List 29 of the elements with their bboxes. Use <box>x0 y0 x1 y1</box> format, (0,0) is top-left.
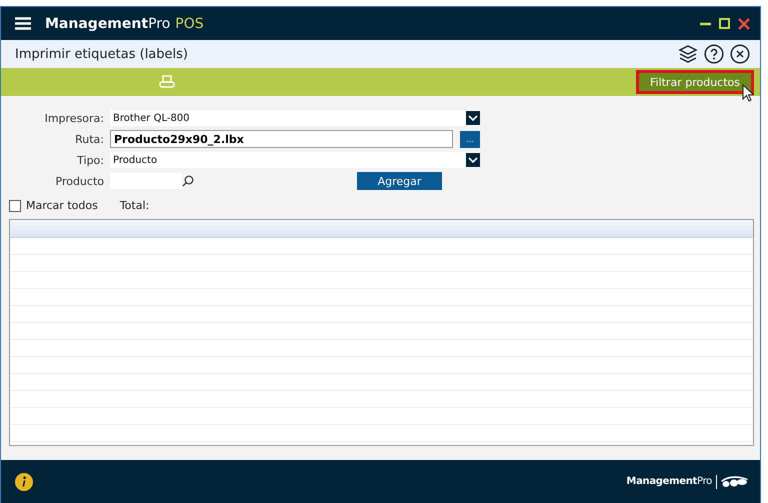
printer-dropdown[interactable]: Brother QL-800 <box>110 110 480 126</box>
select-all-checkbox[interactable] <box>9 200 21 212</box>
cursor-icon <box>742 84 754 102</box>
layers-icon[interactable] <box>678 44 698 64</box>
filter-products-button[interactable]: Filtrar productos <box>636 70 754 94</box>
info-icon[interactable] <box>15 472 33 490</box>
product-field[interactable] <box>110 173 182 189</box>
app-name: ManagementPro <box>45 16 170 32</box>
path-label: Ruta: <box>74 132 105 146</box>
path-field[interactable]: Producto29x90_2.lbx <box>110 130 454 148</box>
logo-icon <box>716 474 750 488</box>
help-icon[interactable] <box>704 44 724 64</box>
chevron-down-icon[interactable] <box>466 111 480 125</box>
search-icon[interactable] <box>182 175 194 187</box>
type-dropdown[interactable]: Producto <box>110 152 480 168</box>
menu-icon[interactable] <box>15 17 31 30</box>
maximize-icon[interactable] <box>719 18 730 29</box>
add-button[interactable]: Agregar <box>357 172 442 190</box>
total-label: Total: <box>120 199 150 212</box>
type-label: Tipo: <box>76 154 105 166</box>
chevron-down-icon[interactable] <box>466 153 480 167</box>
browse-button[interactable]: ... <box>460 130 480 148</box>
page-title: Imprimir etiquetas (labels) <box>15 46 188 62</box>
footer-logo-text: ManagementPro <box>626 476 712 487</box>
printer-label: Impresora: <box>44 112 105 124</box>
edition-label: POS <box>175 16 204 32</box>
close-icon[interactable] <box>730 44 750 64</box>
product-label: Producto <box>54 174 105 188</box>
select-all-label: Marcar todos <box>26 199 98 212</box>
